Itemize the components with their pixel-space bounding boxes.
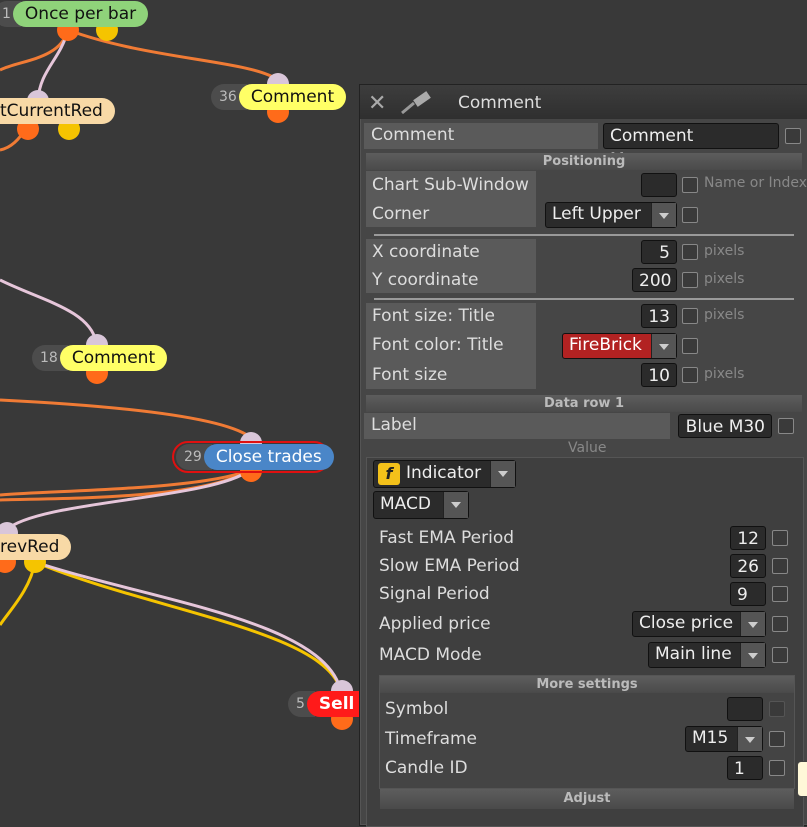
pin-icon[interactable] <box>398 91 434 117</box>
applied-price-checkbox[interactable] <box>772 616 788 632</box>
indicator-dropdown[interactable]: f Indicator <box>373 460 516 488</box>
node-label: Comment <box>238 84 347 110</box>
label-field[interactable]: Blue M30 <box>678 414 772 438</box>
candle-id-label: Candle ID <box>385 758 468 778</box>
chevron-down-icon <box>740 643 765 667</box>
node-label: Once per bar <box>12 1 149 27</box>
node-comment-36[interactable]: 36 Comment <box>211 84 347 110</box>
side-tab[interactable] <box>797 761 807 797</box>
chart-subwindow-field[interactable] <box>641 173 677 197</box>
function-icon: f <box>378 463 400 485</box>
panel-title: Comment <box>458 93 542 113</box>
corner-label: Corner <box>372 204 430 224</box>
font-color-title-label: Font color: Title <box>372 335 504 355</box>
y-coordinate-label: Y coordinate <box>372 270 479 290</box>
applied-price-dropdown[interactable]: Close price <box>632 611 766 637</box>
corner-value: Left Upper <box>552 204 641 224</box>
corner-dropdown[interactable]: Left Upper <box>545 202 677 228</box>
candle-id-checkbox[interactable] <box>769 760 785 776</box>
font-color-dropdown[interactable]: FireBrick <box>562 333 677 359</box>
node-label: Close trades <box>203 444 334 470</box>
label-label: Label <box>371 415 417 435</box>
chevron-down-icon <box>651 203 676 227</box>
indicator-value: Indicator <box>406 463 482 483</box>
font-size-checkbox[interactable] <box>682 367 698 383</box>
timeframe-value: M15 <box>692 728 729 748</box>
node-label: Comment <box>59 345 168 371</box>
signal-period-label: Signal Period <box>379 584 490 604</box>
y-coordinate-checkbox[interactable] <box>682 272 698 288</box>
positioning-header: Positioning <box>366 153 802 170</box>
comment-message-field[interactable]: Comment Message <box>603 123 779 170</box>
corner-checkbox[interactable] <box>682 207 698 223</box>
macd-mode-label: MACD Mode <box>379 645 482 665</box>
timeframe-checkbox[interactable] <box>769 731 785 747</box>
font-color-value: FireBrick <box>569 335 642 355</box>
adjust-header[interactable]: Adjust <box>380 789 794 809</box>
macd-value: MACD <box>380 494 431 514</box>
chart-subwindow-checkbox[interactable] <box>682 177 698 193</box>
divider <box>374 298 794 300</box>
macd-dropdown[interactable]: MACD <box>373 491 469 519</box>
signal-period-checkbox[interactable] <box>772 586 788 602</box>
data-row-header: Data row 1 <box>366 395 802 412</box>
fast-ema-label: Fast EMA Period <box>379 528 515 548</box>
more-settings-header: More settings <box>380 676 794 693</box>
chart-subwindow-label: Chart Sub-Window <box>372 175 529 195</box>
chevron-down-icon <box>737 727 762 751</box>
panel-titlebar[interactable]: ✕ Comment <box>360 85 807 119</box>
close-icon[interactable]: ✕ <box>368 91 386 116</box>
pixels-unit: pixels <box>704 271 745 287</box>
font-size-label: Font size <box>372 365 448 385</box>
font-color-checkbox[interactable] <box>682 338 698 354</box>
font-size-title-label: Font size: Title <box>372 306 495 326</box>
font-size-title-checkbox[interactable] <box>682 308 698 324</box>
candle-id-field[interactable]: 1 <box>727 756 763 780</box>
signal-period-field[interactable]: 9 <box>730 582 766 606</box>
x-coordinate-field[interactable]: 5 <box>641 240 677 264</box>
pixels-unit: pixels <box>704 366 745 382</box>
chevron-down-icon <box>443 492 468 518</box>
node-label: revRed <box>0 534 72 560</box>
value-caption: Value <box>568 440 607 456</box>
fast-ema-field[interactable]: 12 <box>730 526 766 550</box>
chevron-down-icon <box>651 334 676 358</box>
node-label: tCurrentRed <box>0 98 115 124</box>
y-coordinate-field[interactable]: 200 <box>632 268 677 292</box>
name-or-index-hint: Name or Index <box>704 175 807 191</box>
symbol-field[interactable] <box>727 697 763 721</box>
slow-ema-field[interactable]: 26 <box>730 554 766 578</box>
properties-panel: ✕ Comment Comment Comment Message Positi… <box>359 84 807 827</box>
macd-mode-dropdown[interactable]: Main line <box>648 642 766 668</box>
node-current-red[interactable]: tCurrentRed <box>0 98 115 124</box>
macd-mode-checkbox[interactable] <box>772 647 788 663</box>
divider <box>374 234 794 236</box>
pixels-unit: pixels <box>704 307 745 323</box>
node-prev-red[interactable]: revRed <box>0 534 72 560</box>
label-checkbox[interactable] <box>778 418 794 434</box>
x-coordinate-label: X coordinate <box>372 242 480 262</box>
slow-ema-label: Slow EMA Period <box>379 556 520 576</box>
applied-price-value: Close price <box>639 613 734 633</box>
node-once-per-bar[interactable]: 1 Once per bar <box>0 1 149 27</box>
node-close-trades[interactable]: 29 Close trades <box>176 444 334 470</box>
fast-ema-checkbox[interactable] <box>772 530 788 546</box>
applied-price-label: Applied price <box>379 614 491 634</box>
symbol-checkbox[interactable] <box>769 701 785 717</box>
timeframe-label: Timeframe <box>385 729 478 749</box>
timeframe-dropdown[interactable]: M15 <box>685 726 763 752</box>
slow-ema-checkbox[interactable] <box>772 558 788 574</box>
chevron-down-icon <box>740 612 765 636</box>
symbol-label: Symbol <box>385 699 449 719</box>
font-size-title-field[interactable]: 13 <box>641 304 677 328</box>
macd-mode-value: Main line <box>655 644 732 664</box>
pixels-unit: pixels <box>704 243 745 259</box>
node-comment-18[interactable]: 18 Comment <box>32 345 168 371</box>
font-size-field[interactable]: 10 <box>641 363 677 387</box>
x-coordinate-checkbox[interactable] <box>682 244 698 260</box>
comment-label: Comment <box>371 125 455 145</box>
chevron-down-icon <box>490 461 515 487</box>
comment-checkbox[interactable] <box>785 128 801 144</box>
